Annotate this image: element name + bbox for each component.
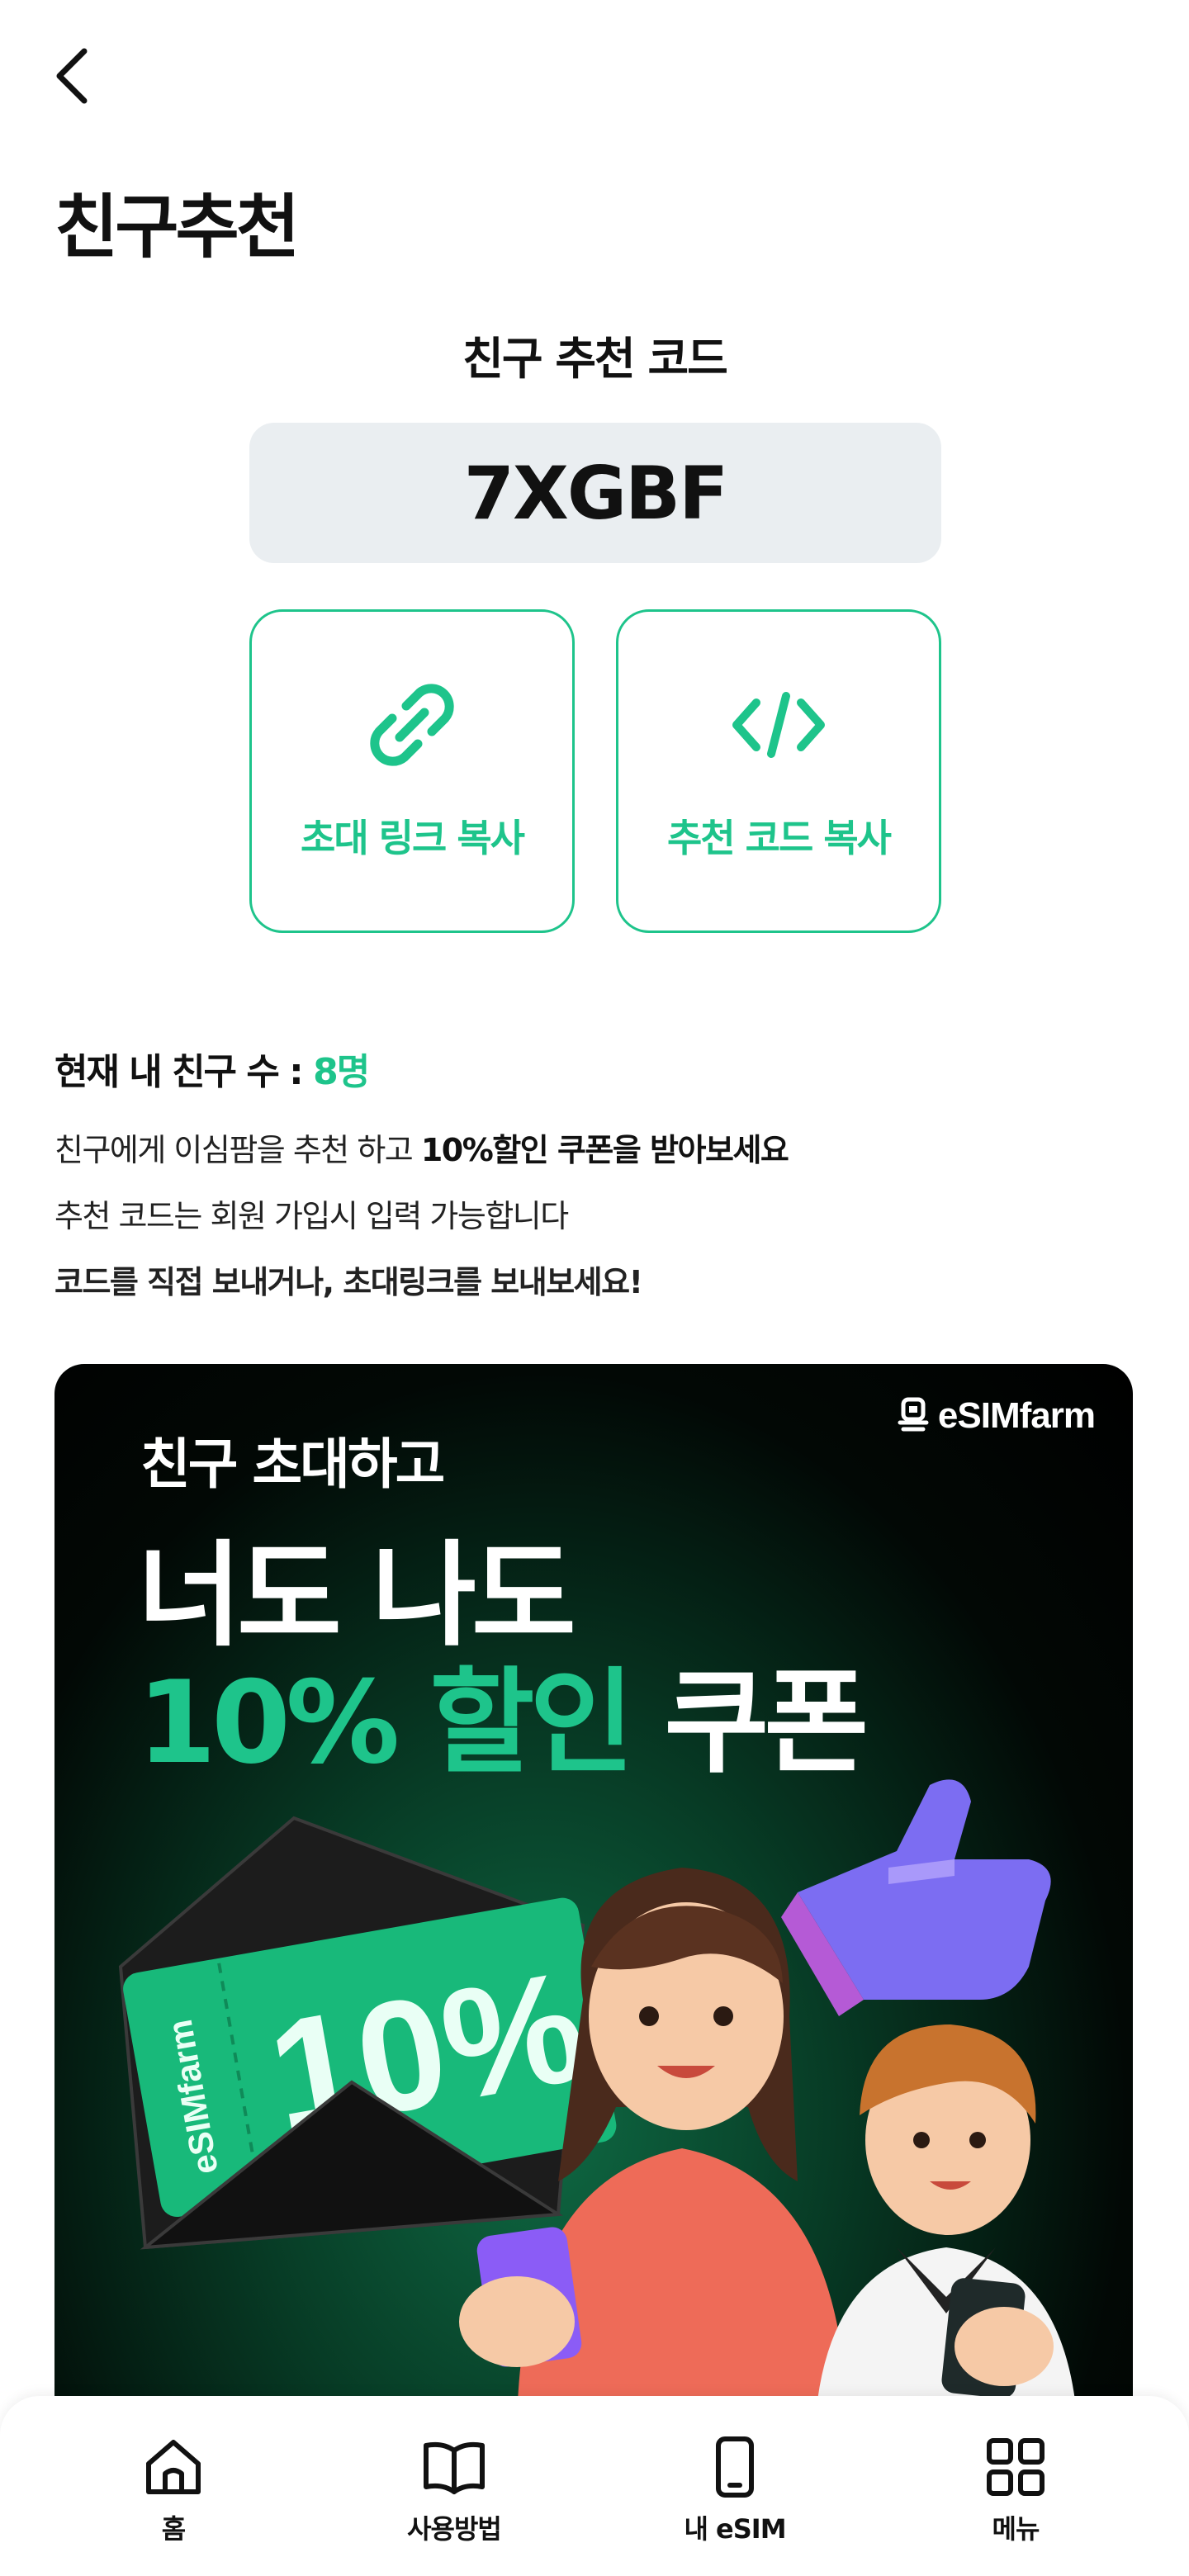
link-icon [370, 684, 454, 766]
bottom-navigation: 홈 사용방법 내 eSIM 메뉴 [0, 2396, 1189, 2576]
nav-how-to-use-label: 사용방법 [407, 2513, 502, 2545]
nav-menu-label: 메뉴 [992, 2513, 1040, 2545]
page-title: 친구추천 [54, 187, 300, 268]
description-line-1-bold: 10%할인 쿠폰을 받아보세요 [420, 1132, 789, 1168]
nav-home[interactable]: 홈 [66, 2434, 281, 2576]
grid-icon [987, 2438, 1045, 2496]
nav-menu[interactable]: 메뉴 [908, 2434, 1123, 2576]
friend-count-value: 8명 [313, 1051, 370, 1093]
banner-illustration: eSIMfarm 10% [118, 1779, 1078, 2437]
book-icon [424, 2441, 485, 2494]
description-line-1: 친구에게 이심팜을 추천 하고 10%할인 쿠폰을 받아보세요 [54, 1125, 789, 1170]
banner-logo: eSIMfarm [897, 1395, 1096, 1437]
copy-referral-code-label: 추천 코드 복사 [667, 816, 892, 860]
description-line-2: 추천 코드는 회원 가입시 입력 가능합니다 [54, 1198, 569, 1234]
banner-logo-text: eSIMfarm [937, 1395, 1096, 1436]
description-line-3: 코드를 직접 보내거나, 초대링크를 보내보세요! [54, 1264, 643, 1300]
chevron-left-icon [56, 48, 88, 104]
phone-icon [716, 2436, 754, 2498]
referral-code-display: 7XGBF [249, 423, 941, 563]
nav-my-esim[interactable]: 내 eSIM [628, 2434, 842, 2576]
friend-count-label: 현재 내 친구 수 : [54, 1051, 314, 1093]
nav-how-to-use[interactable]: 사용방법 [347, 2434, 561, 2576]
thumbs-up-illustration [781, 1779, 1051, 2016]
banner-line-1: 친구 초대하고 [140, 1432, 445, 1496]
esimfarm-logo-icon [898, 1397, 929, 1432]
nav-home-label: 홈 [161, 2513, 186, 2545]
nav-my-esim-label: 내 eSIM [684, 2513, 786, 2545]
referral-code-value: 7XGBF [463, 450, 728, 536]
referral-code-heading: 친구 추천 코드 [462, 333, 728, 385]
promo-banner[interactable]: eSIMfarm 친구 초대하고 너도 나도 10% 할인 쿠폰 eSIMfar… [54, 1364, 1133, 2437]
description-line-1-text: 친구에게 이심팜을 추천 하고 [54, 1132, 421, 1168]
copy-invite-link-label: 초대 링크 복사 [301, 816, 525, 860]
home-icon [146, 2440, 201, 2494]
code-icon [732, 692, 825, 758]
man-illustration [814, 2024, 1078, 2437]
copy-referral-code-button[interactable]: 추천 코드 복사 [616, 609, 941, 933]
back-button[interactable] [48, 43, 97, 109]
copy-invite-link-button[interactable]: 초대 링크 복사 [249, 609, 575, 933]
friend-count: 현재 내 친구 수 : 8명 [54, 1042, 370, 1095]
